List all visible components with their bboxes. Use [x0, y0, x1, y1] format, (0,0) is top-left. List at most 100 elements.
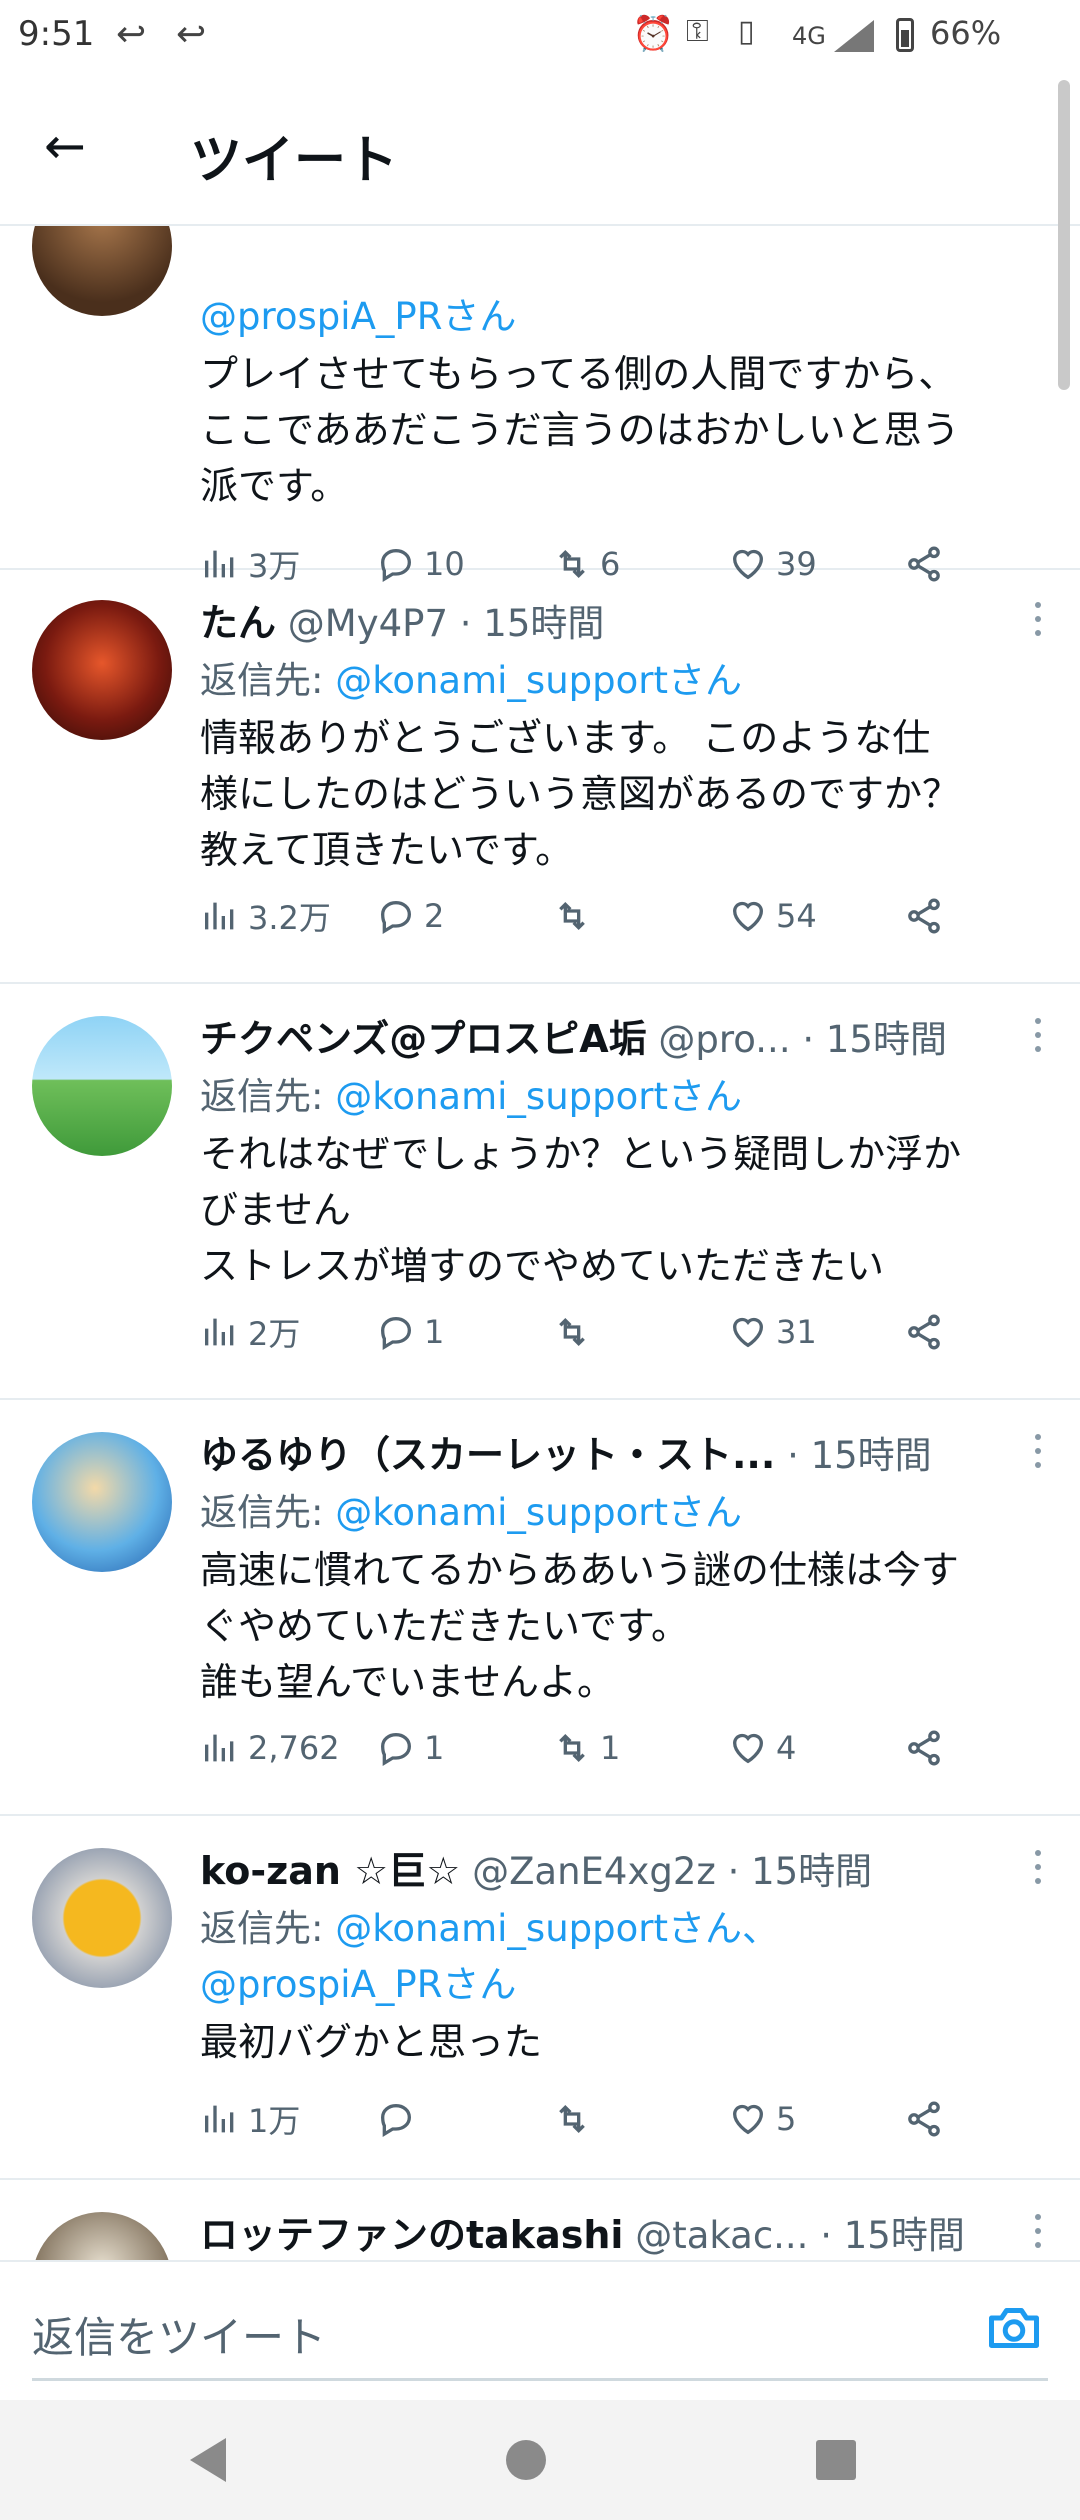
views-count: 2,762	[248, 1729, 340, 1767]
share-icon	[908, 1314, 940, 1350]
analytics-icon	[205, 2105, 234, 2133]
retweet-icon	[559, 901, 585, 931]
retweet-button[interactable]	[552, 1307, 600, 1357]
avatar[interactable]	[32, 1016, 172, 1156]
tweet-header: ロッテファンのtakashi @takac... · 15時間	[200, 2204, 965, 2260]
scrollbar[interactable]	[1058, 80, 1070, 390]
like-button[interactable]: 5	[728, 2094, 796, 2144]
display-name[interactable]: たん	[200, 601, 276, 645]
handle[interactable]: @My4P7	[288, 602, 448, 645]
timestamp[interactable]: · 15時間	[728, 1850, 873, 1893]
reply-to-handles-2[interactable]: @prospiA_PRさん	[200, 1963, 516, 2006]
reply-to-handles[interactable]: @konami_supportさん、	[335, 1907, 779, 1950]
share-button[interactable]	[904, 1307, 944, 1357]
tweet[interactable]: @prospiA_PRさん プレイさせてもらってる側の人間ですから、 ここでああ…	[0, 224, 1080, 585]
share-button[interactable]	[904, 2094, 944, 2144]
display-name[interactable]: チクペンズ@プロスピA垢	[200, 1017, 647, 1061]
vibrate-icon: ▯	[738, 14, 755, 49]
tweet[interactable]: たん @My4P7 · 15時間 返信先: @konami_supportさん …	[0, 568, 1080, 984]
like-button[interactable]: 31	[728, 1307, 817, 1357]
reply-to-handles[interactable]: @konami_supportさん	[335, 1491, 742, 1534]
avatar[interactable]	[32, 224, 172, 316]
avatar[interactable]	[32, 1848, 172, 1988]
reply-to-handles[interactable]: @konami_supportさん	[335, 1075, 742, 1118]
display-name[interactable]: ゆるゆり（スカーレット・スト...	[200, 1433, 775, 1477]
heart-icon	[732, 2104, 764, 2135]
reply-button[interactable]	[376, 2094, 424, 2144]
nav-recents-icon[interactable]	[816, 2440, 856, 2480]
analytics-icon	[205, 902, 234, 930]
tweet-actions: 2,762 1 1 4	[200, 1723, 960, 1773]
views-count: 1万	[248, 2102, 301, 2140]
reply-to: @prospiA_PRさん	[200, 286, 516, 340]
nav-back-icon[interactable]	[190, 2438, 226, 2482]
like-count: 4	[776, 1729, 797, 1767]
views-button[interactable]: 3.2万	[200, 891, 331, 941]
reply-to-prefix: 返信先:	[200, 659, 336, 702]
reply-to-handles[interactable]: @konami_supportさん	[335, 659, 742, 702]
more-options-icon[interactable]	[1032, 2214, 1044, 2256]
reply-to: 返信先: @konami_supportさん	[200, 1066, 742, 1120]
retweet-icon	[559, 1733, 585, 1763]
avatar[interactable]	[32, 600, 172, 740]
share-button[interactable]	[904, 891, 944, 941]
more-options-icon[interactable]	[1032, 1018, 1044, 1060]
avatar[interactable]	[32, 1432, 172, 1572]
reply-button[interactable]: 2	[376, 891, 444, 941]
reply-arrow-icon: ↩	[116, 14, 147, 55]
timestamp[interactable]: · 15時間	[802, 1018, 947, 1061]
avatar[interactable]	[32, 2212, 172, 2260]
network-label: 4G	[792, 22, 826, 50]
tweet-body: 情報ありがとうございます。 このような仕 様にしたのはどういう意図があるのですか…	[200, 716, 961, 872]
like-count: 31	[776, 1313, 817, 1351]
reply-to: 返信先: @konami_supportさん	[200, 1482, 742, 1536]
handle[interactable]: @takac...	[635, 2214, 808, 2257]
reply-button[interactable]: 1	[376, 1723, 444, 1773]
views-button[interactable]: 1万	[200, 2094, 300, 2144]
arrow-left-icon[interactable]: ←	[44, 116, 104, 176]
status-time: 9:51	[18, 14, 95, 54]
reply-input[interactable]: 返信をツイート	[32, 2304, 326, 2365]
more-options-icon[interactable]	[1032, 1850, 1044, 1892]
battery-percent: 66%	[930, 14, 1002, 52]
timestamp[interactable]: · 15時間	[787, 1434, 932, 1477]
tweet-header: ゆるゆり（スカーレット・スト... · 15時間	[200, 1424, 932, 1480]
heart-icon	[732, 1733, 764, 1764]
tweet[interactable]: チクペンズ@プロスピA垢 @pro... · 15時間 返信先: @konami…	[0, 984, 1080, 1400]
share-button[interactable]	[904, 1723, 944, 1773]
handle[interactable]: @ZanE4xg2z	[472, 1850, 716, 1893]
reply-icon	[380, 900, 412, 934]
system-nav-bar	[0, 2400, 1080, 2520]
page-title: ツイート	[190, 131, 399, 191]
reply-to: 返信先: @konami_supportさん	[200, 650, 742, 704]
tweet[interactable]: ko-zan ☆巨☆ @ZanE4xg2z · 15時間 返信先: @konam…	[0, 1816, 1080, 2180]
display-name[interactable]: ko-zan ☆巨☆	[200, 1849, 460, 1893]
like-button[interactable]: 54	[728, 891, 817, 941]
camera-icon[interactable]	[984, 2298, 1044, 2358]
reply-to-prefix: 返信先:	[200, 1491, 336, 1534]
retweet-button[interactable]: 1	[552, 1723, 620, 1773]
battery-icon	[896, 18, 914, 52]
reply-button[interactable]: 1	[376, 1307, 444, 1357]
top-app-bar: ← ツイート	[0, 72, 1080, 226]
display-name[interactable]: ロッテファンのtakashi	[200, 2213, 623, 2257]
retweet-icon	[559, 2104, 585, 2134]
more-options-icon[interactable]	[1032, 1434, 1044, 1476]
like-button[interactable]: 4	[728, 1723, 796, 1773]
timestamp[interactable]: · 15時間	[820, 2214, 965, 2257]
nav-home-icon[interactable]	[506, 2440, 546, 2480]
reply-all-arrow-icon: ↩	[176, 14, 207, 55]
reply-to-handles[interactable]: @prospiA_PRさん	[200, 295, 516, 338]
reply-feed[interactable]: @prospiA_PRさん プレイさせてもらってる側の人間ですから、 ここでああ…	[0, 224, 1080, 2260]
tweet[interactable]: ゆるゆり（スカーレット・スト... · 15時間 返信先: @konami_su…	[0, 1400, 1080, 1816]
tweet[interactable]: ロッテファンのtakashi @takac... · 15時間	[0, 2180, 1080, 2260]
views-button[interactable]: 2,762	[200, 1723, 340, 1773]
more-options-icon[interactable]	[1032, 602, 1044, 644]
retweet-button[interactable]	[552, 2094, 600, 2144]
timestamp[interactable]: · 15時間	[460, 602, 605, 645]
handle[interactable]: @pro...	[658, 1018, 790, 1061]
views-button[interactable]: 2万	[200, 1307, 300, 1357]
share-icon	[908, 1730, 940, 1766]
retweet-button[interactable]	[552, 891, 600, 941]
tweet-header: ko-zan ☆巨☆ @ZanE4xg2z · 15時間	[200, 1840, 872, 1896]
